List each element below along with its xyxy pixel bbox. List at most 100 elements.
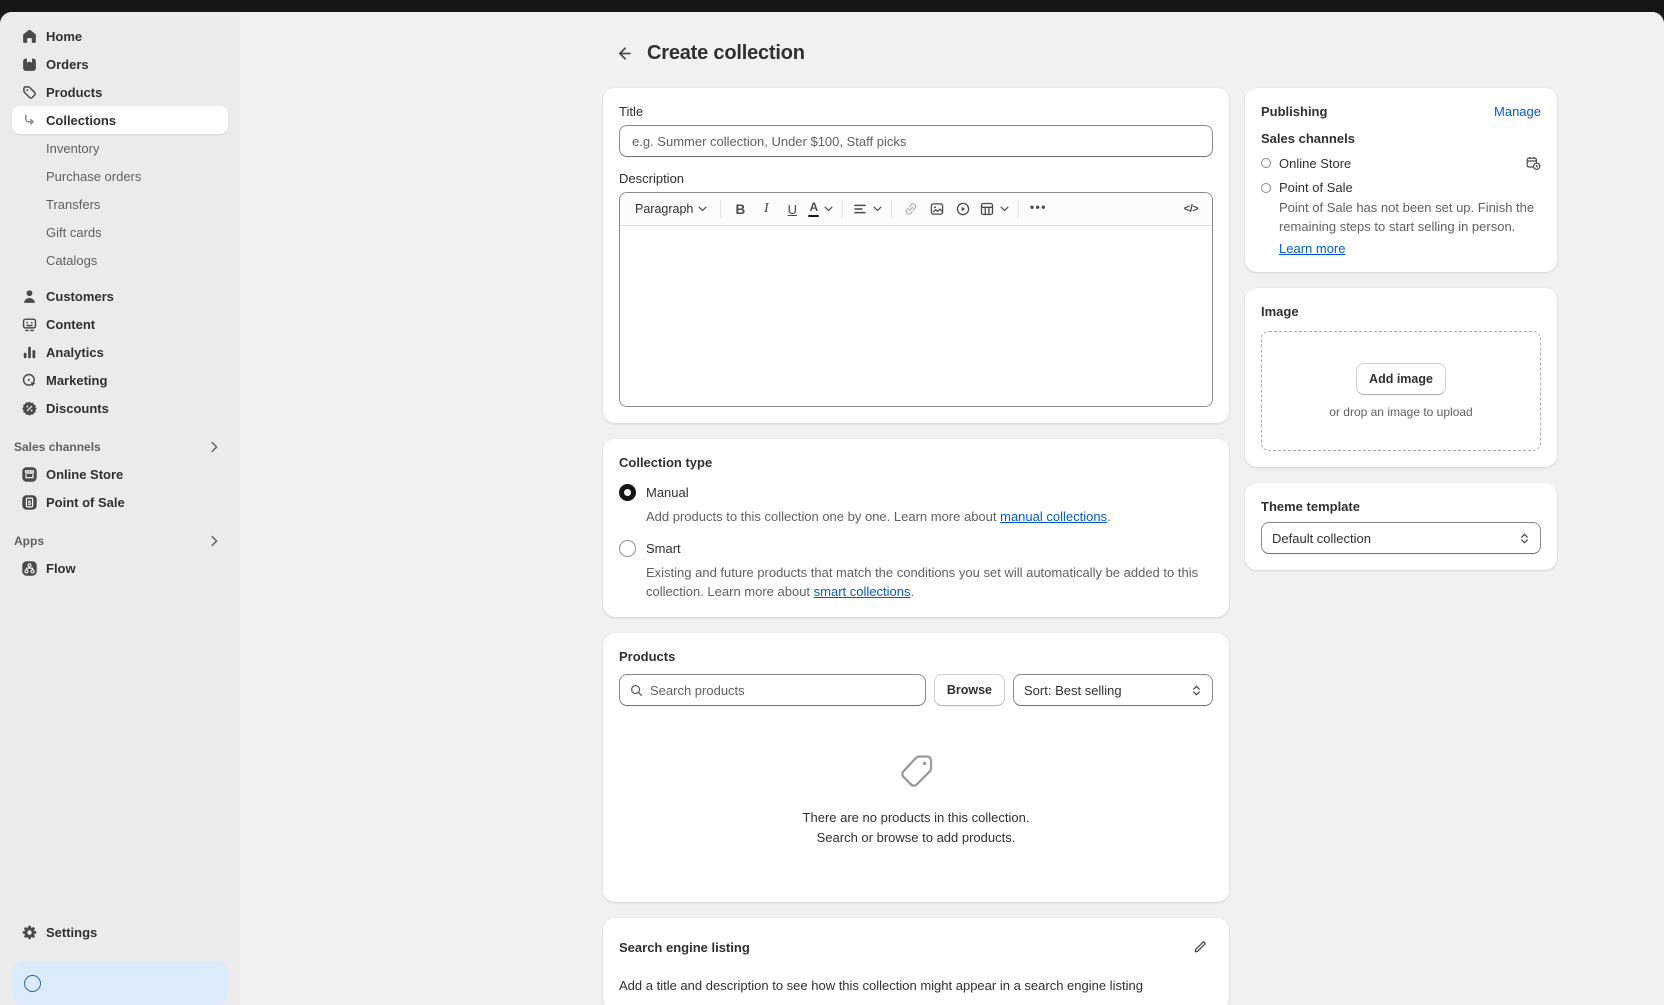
sidebar-item-content[interactable]: Content — [12, 310, 228, 338]
discounts-icon — [21, 400, 38, 417]
sidebar-section-apps[interactable]: Apps — [12, 528, 228, 554]
italic-button[interactable]: I — [753, 196, 779, 222]
sidebar-item-products[interactable]: Products — [12, 78, 228, 106]
sidebar-item-analytics[interactable]: Analytics — [12, 338, 228, 366]
sidebar-item-purchase-orders[interactable]: Purchase orders — [12, 162, 228, 190]
image-heading: Image — [1261, 304, 1541, 319]
chevron-down-icon — [1000, 206, 1009, 212]
bold-button[interactable]: B — [727, 196, 753, 222]
sidebar-item-customers[interactable]: Customers — [12, 282, 228, 310]
radio-selected-icon[interactable] — [619, 484, 636, 501]
section-header-label: Sales channels — [14, 440, 101, 454]
option-link[interactable]: manual collections — [1000, 509, 1107, 524]
updown-chevrons-icon — [1191, 684, 1202, 697]
insert-video-button[interactable] — [950, 196, 976, 222]
underline-button[interactable]: U — [779, 196, 805, 222]
sidebar-item-orders[interactable]: Orders — [12, 50, 228, 78]
sidebar-section-sales-channels[interactable]: Sales channels — [12, 434, 228, 460]
sidebar-item-collections[interactable]: Collections — [12, 106, 228, 134]
sidebar-item-label: Orders — [46, 57, 89, 72]
learn-more-link[interactable]: Learn more — [1279, 241, 1345, 256]
video-icon — [955, 201, 971, 217]
drop-hint-text: or drop an image to upload — [1329, 405, 1472, 419]
image-dropzone[interactable]: Add image or drop an image to upload — [1261, 331, 1541, 451]
option-description: Existing and future products that match … — [646, 563, 1213, 601]
text-color-button[interactable]: A — [805, 196, 836, 222]
sidebar-item-online-store[interactable]: Online Store — [12, 460, 228, 488]
more-formatting-button[interactable]: ••• — [1025, 196, 1051, 222]
collection-type-option-manual[interactable]: Manual — [619, 484, 1213, 501]
page-title: Create collection — [647, 42, 805, 65]
sidebar-item-home[interactable]: Home — [12, 22, 228, 50]
sidebar-item-transfers[interactable]: Transfers — [12, 190, 228, 218]
insert-link-button[interactable] — [898, 196, 924, 222]
sidebar-main-nav: Home Orders ProductsCollections Inventory Pu… — [12, 22, 228, 422]
sidebar-item-label: Inventory — [46, 141, 99, 156]
insert-table-button[interactable] — [976, 196, 1012, 222]
sidebar-item-label: Discounts — [46, 401, 109, 416]
products-controls: Browse Sort: Best selling — [619, 674, 1213, 706]
chevron-down-icon — [698, 206, 707, 212]
sidebar-item-discounts[interactable]: Discounts — [12, 394, 228, 422]
empty-state-subtitle: Search or browse to add products. — [803, 828, 1030, 848]
sidebar-item-settings[interactable]: Settings — [12, 918, 228, 946]
sub-arrow-icon — [21, 112, 38, 129]
toolbar-divider — [891, 200, 892, 218]
channel-label: Point of Sale — [1279, 180, 1353, 195]
products-card: Products Browse Sort: Best selling — [603, 633, 1229, 902]
products-heading: Products — [619, 649, 1213, 664]
theme-template-select[interactable]: Default collection — [1261, 522, 1541, 554]
collection-type-option-smart[interactable]: Smart — [619, 540, 1213, 557]
seo-description: Add a title and description to see how t… — [619, 976, 1213, 995]
sidebar-item-inventory[interactable]: Inventory — [12, 134, 228, 162]
main-content: Create collection Title Description Para… — [240, 12, 1664, 1005]
title-input[interactable] — [619, 125, 1213, 157]
sidebar-item-flow[interactable]: Flow — [12, 554, 228, 582]
radio-unselected-icon[interactable] — [619, 540, 636, 557]
toolbar-divider — [1018, 200, 1019, 218]
back-button[interactable] — [609, 39, 637, 67]
publishing-card: Publishing Manage Sales channels Online … — [1245, 88, 1557, 272]
page-header: Create collection — [603, 38, 1557, 68]
paragraph-style-dropdown[interactable]: Paragraph — [628, 196, 714, 222]
show-html-button[interactable]: </> — [1178, 196, 1204, 222]
theme-template-heading: Theme template — [1261, 499, 1541, 514]
sidebar-bottom-callout[interactable] — [12, 961, 228, 1005]
online-store-icon — [21, 466, 38, 483]
sidebar-item-catalogs[interactable]: Catalogs — [12, 246, 228, 274]
theme-template-card: Theme template Default collection — [1245, 483, 1557, 570]
option-link[interactable]: smart collections — [814, 584, 911, 599]
option-label: Smart — [646, 541, 681, 556]
channel-status-icon — [1261, 158, 1271, 168]
option-label: Manual — [646, 485, 689, 500]
sidebar-item-label: Customers — [46, 289, 114, 304]
sidebar-bottom: Settings — [12, 918, 228, 1005]
sidebar-item-label: Gift cards — [46, 225, 102, 240]
chevron-right-icon — [206, 533, 222, 549]
edit-seo-button[interactable] — [1187, 934, 1213, 960]
chevron-down-icon — [824, 206, 833, 212]
channel-label: Online Store — [1279, 156, 1351, 171]
alignment-button[interactable] — [849, 196, 885, 222]
sidebar-item-label: Transfers — [46, 197, 100, 212]
schedule-icon[interactable] — [1525, 155, 1541, 171]
manage-publishing-link[interactable]: Manage — [1494, 104, 1541, 119]
sort-select[interactable]: Sort: Best selling — [1013, 674, 1213, 706]
create-collection-page: Create collection Title Description Para… — [603, 38, 1557, 1005]
sidebar-item-label: Flow — [46, 561, 76, 576]
sidebar: Home Orders ProductsCollections Inventory Pu… — [0, 12, 240, 1005]
sidebar-item-label: Home — [46, 29, 82, 44]
product-search-input[interactable] — [650, 683, 916, 698]
browse-button[interactable]: Browse — [934, 674, 1005, 706]
sidebar-item-gift-cards[interactable]: Gift cards — [12, 218, 228, 246]
description-textarea[interactable] — [620, 226, 1212, 406]
sidebar-sections: Sales channels Online Store$Point of Sale… — [12, 422, 228, 582]
sidebar-item-point-of-sale[interactable]: $Point of Sale — [12, 488, 228, 516]
insert-image-button[interactable] — [924, 196, 950, 222]
tag-icon — [892, 748, 940, 796]
seo-heading: Search engine listing — [619, 940, 750, 955]
add-image-button[interactable]: Add image — [1356, 363, 1446, 395]
sidebar-item-marketing[interactable]: Marketing — [12, 366, 228, 394]
sidebar-item-label: Settings — [46, 925, 97, 940]
channel-status-icon — [1261, 183, 1271, 193]
